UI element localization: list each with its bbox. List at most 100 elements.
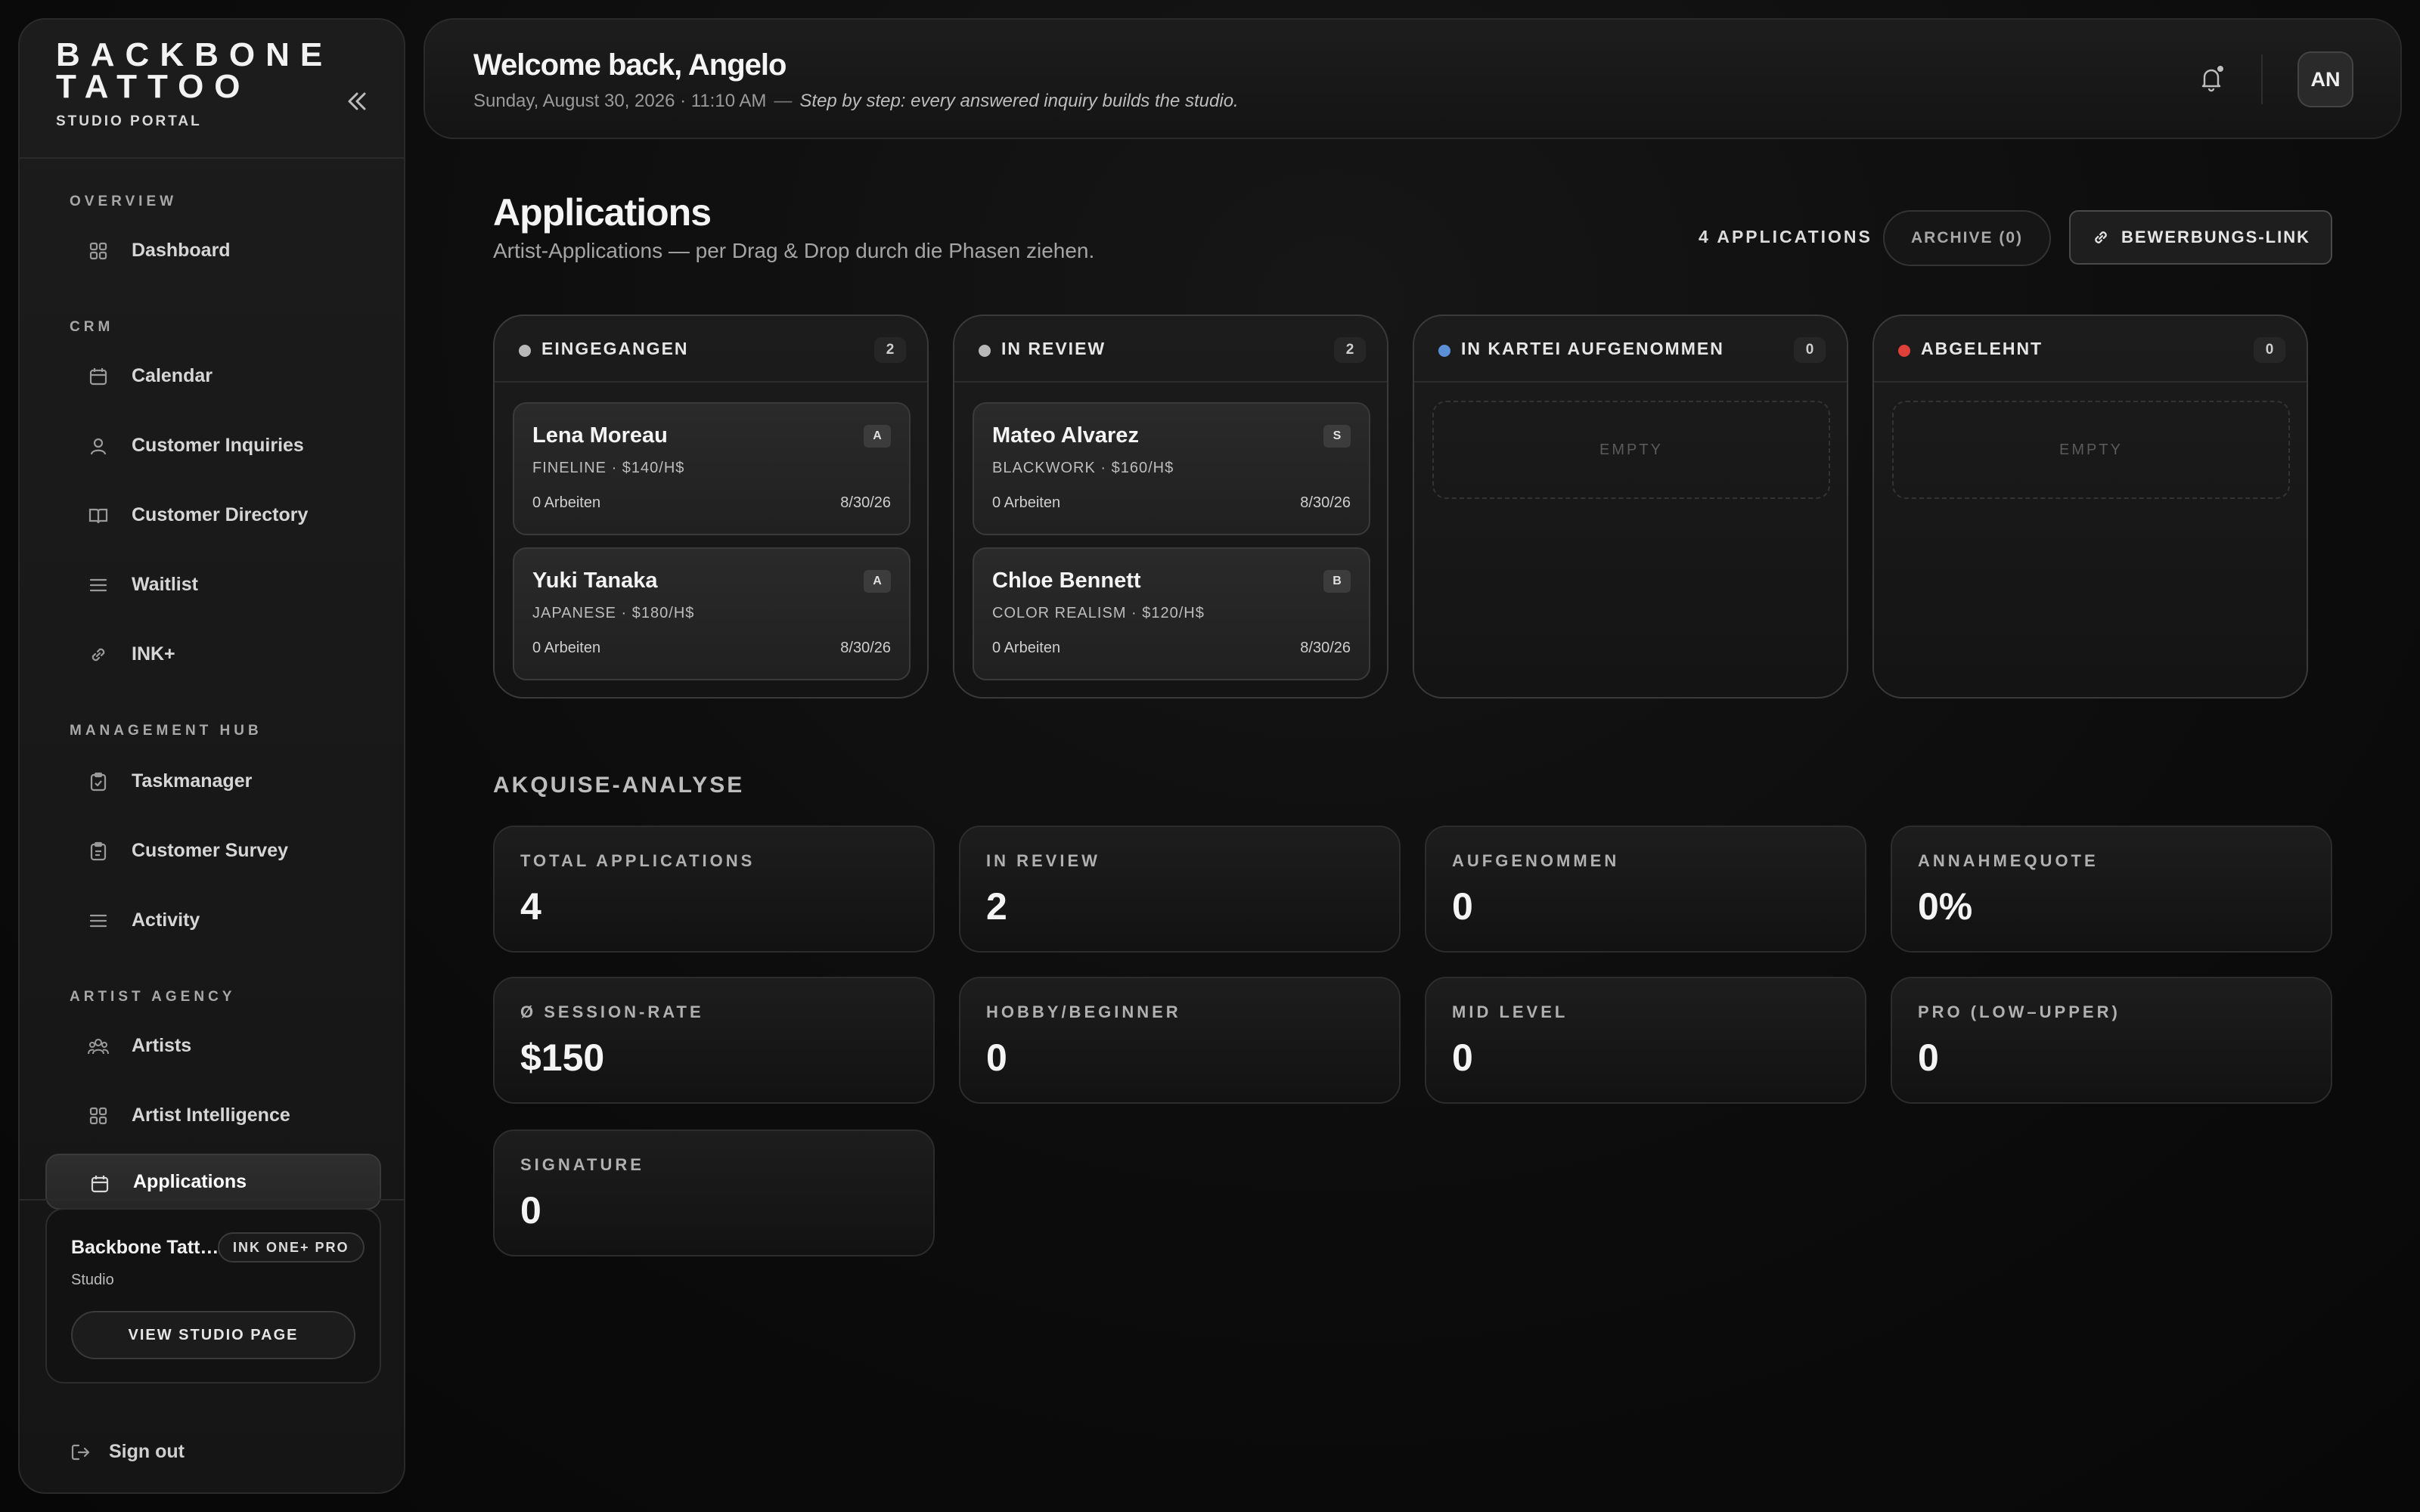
application-card[interactable]: Yuki Tanaka A JAPANESE · $180/H$ 0 Arbei…: [513, 547, 911, 680]
sidebar-item-label: Artist Intelligence: [132, 1104, 290, 1126]
application-card[interactable]: Mateo Alvarez S BLACKWORK · $160/H$ 0 Ar…: [973, 402, 1370, 535]
application-link-button[interactable]: BEWERBUNGS-LINK: [2069, 210, 2332, 265]
studio-card: Backbone Tattoo Studio INK ONE+ PRO Stud…: [45, 1208, 381, 1383]
sign-out-label: Sign out: [109, 1441, 185, 1462]
column-header: IN KARTEI AUFGENOMMEN 0: [1414, 316, 1847, 383]
collapse-sidebar-button[interactable]: [340, 85, 374, 118]
column-count: 0: [1794, 337, 1826, 363]
sidebar-item-label: Waitlist: [132, 573, 198, 595]
sidebar-item-activity[interactable]: Activity: [45, 892, 381, 948]
studio-name: Backbone Tattoo Studio: [71, 1237, 219, 1258]
column-status-dot: [1898, 345, 1910, 357]
stat-hobby-beginner: HOBBY/BEGINNER 0: [959, 977, 1401, 1104]
applicant-name: Mateo Alvarez: [992, 423, 1139, 448]
application-card[interactable]: Lena Moreau A FINELINE · $140/H$ 0 Arbei…: [513, 402, 911, 535]
stat-value: 0: [520, 1189, 541, 1232]
level-badge: A: [864, 570, 891, 593]
sidebar-item-waitlist[interactable]: Waitlist: [45, 556, 381, 612]
header-tagline: Step by step: every answered inquiry bui…: [799, 91, 1239, 111]
stat-label: AUFGENOMMEN: [1452, 851, 1620, 870]
column-status-dot: [519, 345, 531, 357]
empty-dropzone: EMPTY: [1432, 401, 1830, 499]
level-badge: S: [1323, 425, 1351, 448]
column-title: IN REVIEW: [1001, 339, 1106, 358]
book-icon: [88, 508, 108, 524]
kanban-column-abgelehnt[interactable]: ABGELEHNT 0 EMPTY: [1872, 314, 2308, 699]
sidebar-item-label: INK+: [132, 643, 175, 665]
sidebar-item-customer-inquiries[interactable]: Customer Inquiries: [45, 417, 381, 473]
list-icon: [89, 578, 107, 592]
stat-mid-level: MID LEVEL 0: [1425, 977, 1866, 1104]
sidebar-item-calendar[interactable]: Calendar: [45, 348, 381, 404]
brand-logo[interactable]: BACKBONE TATTOO STUDIO PORTAL: [56, 39, 333, 130]
top-header: Welcome back, Angelo Sunday, August 30, …: [424, 18, 2402, 139]
stat-label: ANNAHMEQUOTE: [1918, 851, 2099, 870]
column-title: IN KARTEI AUFGENOMMEN: [1461, 339, 1724, 358]
studio-type: Studio: [71, 1272, 114, 1288]
sign-out-button[interactable]: Sign out: [70, 1441, 185, 1463]
applicant-date: 8/30/26: [840, 494, 891, 511]
sidebar-item-taskmanager[interactable]: Taskmanager: [45, 753, 381, 809]
sidebar-divider: [20, 157, 404, 159]
stat-value: 2: [986, 885, 1007, 928]
sidebar-item-artists[interactable]: Artists: [45, 1018, 381, 1074]
applicant-works: 0 Arbeiten: [992, 494, 1061, 511]
sidebar-item-label: Calendar: [132, 364, 213, 386]
view-studio-page-button[interactable]: VIEW STUDIO PAGE: [71, 1311, 355, 1359]
grid-icon: [89, 1107, 107, 1125]
page-title: Applications: [493, 191, 712, 234]
applicant-name: Lena Moreau: [532, 423, 668, 448]
avatar[interactable]: AN: [2297, 51, 2353, 107]
sidebar-item-label: Artists: [132, 1034, 192, 1056]
calendar-icon: [89, 368, 107, 386]
sidebar-item-dashboard[interactable]: Dashboard: [45, 222, 381, 278]
stat-value: 0%: [1918, 885, 1973, 928]
sidebar-item-label: Customer Directory: [132, 503, 309, 525]
stat-value: 0: [1452, 885, 1473, 928]
notifications-button[interactable]: [2195, 62, 2228, 95]
sidebar-item-label: Customer Survey: [132, 839, 289, 861]
kanban-column-eingegangen[interactable]: EINGEGANGEN 2 Lena Moreau A FINELINE · $…: [493, 314, 929, 699]
stat-session-rate: Ø SESSION-RATE $150: [493, 977, 935, 1104]
applicant-date: 8/30/26: [1300, 640, 1351, 656]
column-title: ABGELEHNT: [1921, 339, 2043, 358]
section-label-overview: OVERVIEW: [70, 194, 178, 209]
sidebar-item-customer-survey[interactable]: Customer Survey: [45, 823, 381, 878]
stat-label: Ø SESSION-RATE: [520, 1002, 704, 1021]
stat-value: 0: [1918, 1036, 1939, 1079]
applicant-style-rate: JAPANESE · $180/H$: [532, 605, 695, 621]
section-label-management-hub: MANAGEMENT HUB: [70, 723, 262, 739]
chevrons-left-icon: [348, 92, 366, 110]
sidebar-item-ink-plus[interactable]: INK+: [45, 626, 381, 682]
archive-button[interactable]: ARCHIVE (0): [1883, 210, 2051, 266]
column-count: 2: [874, 337, 906, 363]
analytics-title: AKQUISE-ANALYSE: [493, 773, 745, 798]
sidebar-item-applications[interactable]: Applications: [45, 1154, 381, 1210]
sidebar-item-customer-directory[interactable]: Customer Directory: [45, 487, 381, 543]
column-header: ABGELEHNT 0: [1874, 316, 2307, 383]
stat-in-review: IN REVIEW 2: [959, 826, 1401, 953]
application-link-label: BEWERBUNGS-LINK: [2121, 228, 2310, 246]
sidebar-item-label: Customer Inquiries: [132, 434, 304, 456]
kanban-column-in-kartei-aufgenommen[interactable]: IN KARTEI AUFGENOMMEN 0 EMPTY: [1413, 314, 1848, 699]
stat-label: MID LEVEL: [1452, 1002, 1568, 1021]
applicant-works: 0 Arbeiten: [532, 494, 601, 511]
header-divider: [2261, 54, 2263, 104]
column-status-dot: [1438, 345, 1450, 357]
level-badge: B: [1323, 570, 1351, 593]
brand-subtitle: STUDIO PORTAL: [56, 113, 202, 129]
level-badge: A: [864, 425, 891, 448]
application-card[interactable]: Chloe Bennett B COLOR REALISM · $120/H$ …: [973, 547, 1370, 680]
applicant-date: 8/30/26: [1300, 494, 1351, 511]
sidebar-item-label: Dashboard: [132, 239, 231, 261]
sidebar-item-artist-intelligence[interactable]: Artist Intelligence: [45, 1087, 381, 1143]
column-status-dot: [979, 345, 991, 357]
logout-icon: [71, 1444, 90, 1460]
users-icon: [88, 1039, 109, 1055]
kanban-column-in-review[interactable]: IN REVIEW 2 Mateo Alvarez S BLACKWORK · …: [953, 314, 1388, 699]
applicant-style-rate: COLOR REALISM · $120/H$: [992, 605, 1205, 621]
column-count: 2: [1334, 337, 1366, 363]
stat-aufgenommen: AUFGENOMMEN 0: [1425, 826, 1866, 953]
applications-count: 4 APPLICATIONS: [1699, 227, 1872, 246]
column-header: EINGEGANGEN 2: [495, 316, 927, 383]
